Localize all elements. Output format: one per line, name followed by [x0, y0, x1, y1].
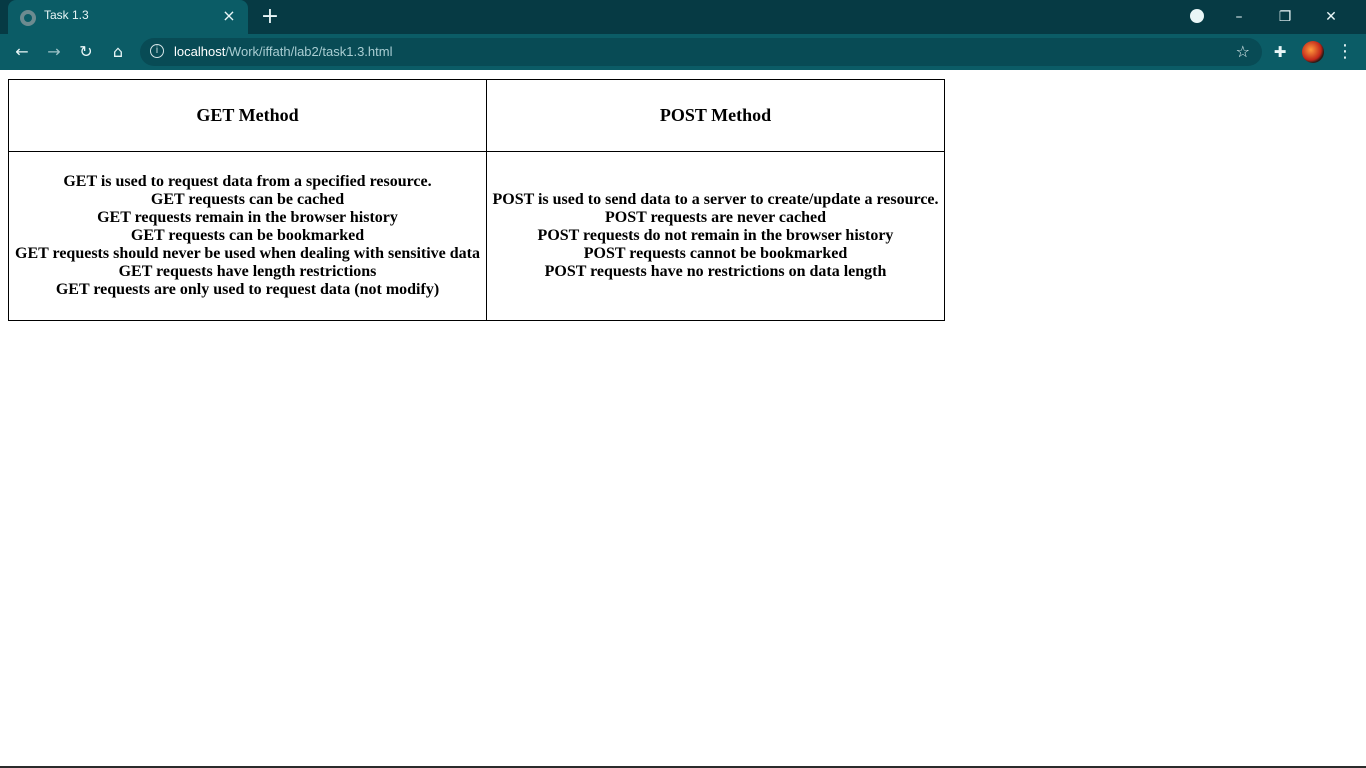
post-item: POST requests have no restrictions on da… [544, 263, 887, 280]
reload-icon[interactable]: ↻ [76, 42, 96, 62]
window-controls: – ❐ ✕ [1176, 0, 1366, 34]
tab-title: Task 1.3 [44, 8, 89, 22]
kebab-menu-icon[interactable]: ⋮ [1336, 42, 1354, 62]
close-tab-icon[interactable]: × [220, 7, 238, 25]
extensions-puzzle-icon[interactable]: ✚ [1270, 42, 1290, 62]
url-text[interactable]: localhost/Work/iffath/lab2/task1.3.html [174, 44, 392, 59]
tab-task-1-3[interactable]: Task 1.3 × [8, 0, 248, 34]
methods-table: GET Method POST Method GET is used to re… [8, 79, 945, 321]
get-item: GET requests have length restrictions [118, 263, 377, 280]
restore-button[interactable]: ❐ [1272, 6, 1298, 28]
post-item: POST requests are never cached [604, 209, 827, 226]
get-cell: GET is used to request data from a speci… [8, 151, 487, 321]
post-item: POST is used to send data to a server to… [492, 191, 939, 208]
get-item: GET is used to request data from a speci… [63, 173, 432, 190]
url-path: /Work/iffath/lab2/task1.3.html [225, 44, 393, 59]
get-item: GET requests should never be used when d… [15, 245, 480, 262]
info-icon[interactable]: i [150, 44, 164, 58]
address-bar[interactable]: i localhost/Work/iffath/lab2/task1.3.htm… [140, 38, 1262, 66]
get-method-header: GET Method [8, 79, 487, 152]
post-item: POST requests cannot be bookmarked [583, 245, 848, 262]
table-row: GET is used to request data from a speci… [8, 151, 945, 321]
new-tab-button[interactable]: + [258, 6, 282, 28]
get-item: GET requests can be cached [150, 191, 345, 208]
url-host: localhost [174, 44, 226, 59]
page-content: GET Method POST Method GET is used to re… [0, 70, 1366, 768]
bookmark-star-icon[interactable]: ☆ [1236, 42, 1250, 62]
post-item: POST requests do not remain in the brows… [537, 227, 894, 244]
globe-icon [20, 10, 36, 26]
forward-arrow-icon[interactable]: → [44, 42, 64, 62]
home-icon[interactable]: ⌂ [108, 42, 128, 62]
post-cell: POST is used to send data to a server to… [486, 151, 945, 321]
table-header-row: GET Method POST Method [8, 79, 945, 152]
browser-tabstrip: Task 1.3 × + – ❐ ✕ [0, 0, 1366, 34]
post-method-header: POST Method [486, 79, 945, 152]
get-item: GET requests remain in the browser histo… [97, 209, 398, 226]
get-item: GET requests can be bookmarked [130, 227, 365, 244]
browser-toolbar: ← → ↻ ⌂ i localhost/Work/iffath/lab2/tas… [0, 34, 1366, 70]
close-window-button[interactable]: ✕ [1318, 6, 1344, 28]
profile-dropdown-icon[interactable] [1184, 6, 1210, 28]
profile-avatar[interactable] [1302, 41, 1324, 63]
back-arrow-icon[interactable]: ← [12, 42, 32, 62]
get-item: GET requests are only used to request da… [55, 281, 440, 298]
minimize-button[interactable]: – [1226, 6, 1252, 28]
